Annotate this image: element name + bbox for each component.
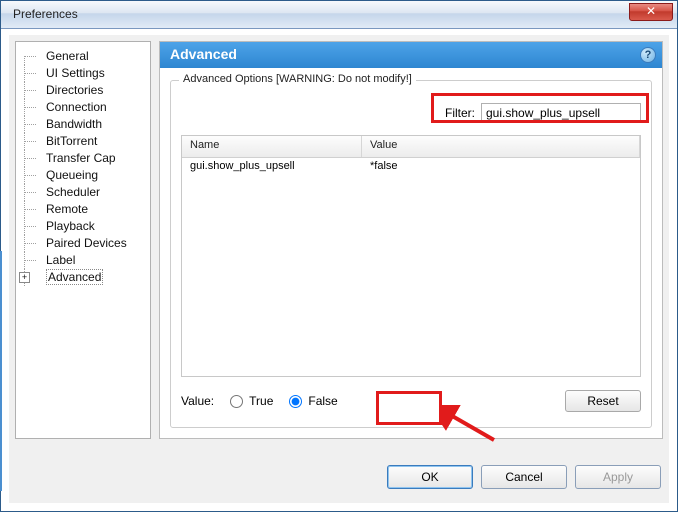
radio-false-label: False (308, 394, 337, 408)
tree-item-ui-settings[interactable]: UI Settings (18, 65, 148, 82)
page-header: Advanced ? (160, 42, 662, 68)
cancel-button[interactable]: Cancel (481, 465, 567, 489)
cell-value: *false (362, 158, 640, 176)
tree-item-advanced[interactable]: + Advanced (18, 269, 148, 286)
list-header: Name Value (182, 136, 640, 158)
expand-icon[interactable]: + (19, 272, 30, 283)
filter-input[interactable] (481, 103, 641, 123)
filter-label: Filter: (445, 106, 475, 120)
filter-row: Filter: (445, 103, 641, 123)
apply-button: Apply (575, 465, 661, 489)
radio-false-input[interactable] (289, 395, 302, 408)
col-header-name[interactable]: Name (182, 136, 362, 157)
tree-item-general[interactable]: General (18, 48, 148, 65)
tree-item-bittorrent[interactable]: BitTorrent (18, 133, 148, 150)
advanced-page: Advanced ? Advanced Options [WARNING: Do… (159, 41, 663, 439)
tree-item-scheduler[interactable]: Scheduler (18, 184, 148, 201)
tree-item-bandwidth[interactable]: Bandwidth (18, 116, 148, 133)
options-list[interactable]: Name Value gui.show_plus_upsell *false (181, 135, 641, 377)
titlebar: Preferences ✕ (1, 1, 677, 29)
tree-item-paired-devices[interactable]: Paired Devices (18, 235, 148, 252)
close-button[interactable]: ✕ (629, 3, 673, 21)
radio-true[interactable]: True (230, 394, 273, 408)
reset-button[interactable]: Reset (565, 390, 641, 412)
ok-button[interactable]: OK (387, 465, 473, 489)
page-title: Advanced (170, 46, 237, 62)
tree-item-label[interactable]: Label (18, 252, 148, 269)
tree-item-transfer-cap[interactable]: Transfer Cap (18, 150, 148, 167)
tree-item-queueing[interactable]: Queueing (18, 167, 148, 184)
tree-item-remote[interactable]: Remote (18, 201, 148, 218)
list-row[interactable]: gui.show_plus_upsell *false (182, 158, 640, 176)
groupbox-legend: Advanced Options [WARNING: Do not modify… (179, 73, 416, 85)
value-label: Value: (181, 394, 214, 408)
value-row: Value: True False Reset (181, 387, 641, 415)
help-icon[interactable]: ? (640, 47, 656, 63)
col-header-value[interactable]: Value (362, 136, 640, 157)
background-edge (0, 251, 2, 491)
tree-item-connection[interactable]: Connection (18, 99, 148, 116)
category-tree: General UI Settings Directories Connecti… (15, 41, 151, 439)
preferences-window: Preferences ✕ General UI Settings Direct… (0, 0, 678, 512)
radio-false[interactable]: False (289, 394, 337, 408)
dialog-buttons: OK Cancel Apply (387, 465, 661, 489)
window-title: Preferences (13, 7, 78, 21)
cell-name: gui.show_plus_upsell (182, 158, 362, 176)
advanced-options-group: Advanced Options [WARNING: Do not modify… (170, 80, 652, 428)
dialog-client: General UI Settings Directories Connecti… (9, 35, 669, 503)
radio-true-input[interactable] (230, 395, 243, 408)
tree-item-directories[interactable]: Directories (18, 82, 148, 99)
tree-item-playback[interactable]: Playback (18, 218, 148, 235)
radio-true-label: True (249, 394, 273, 408)
